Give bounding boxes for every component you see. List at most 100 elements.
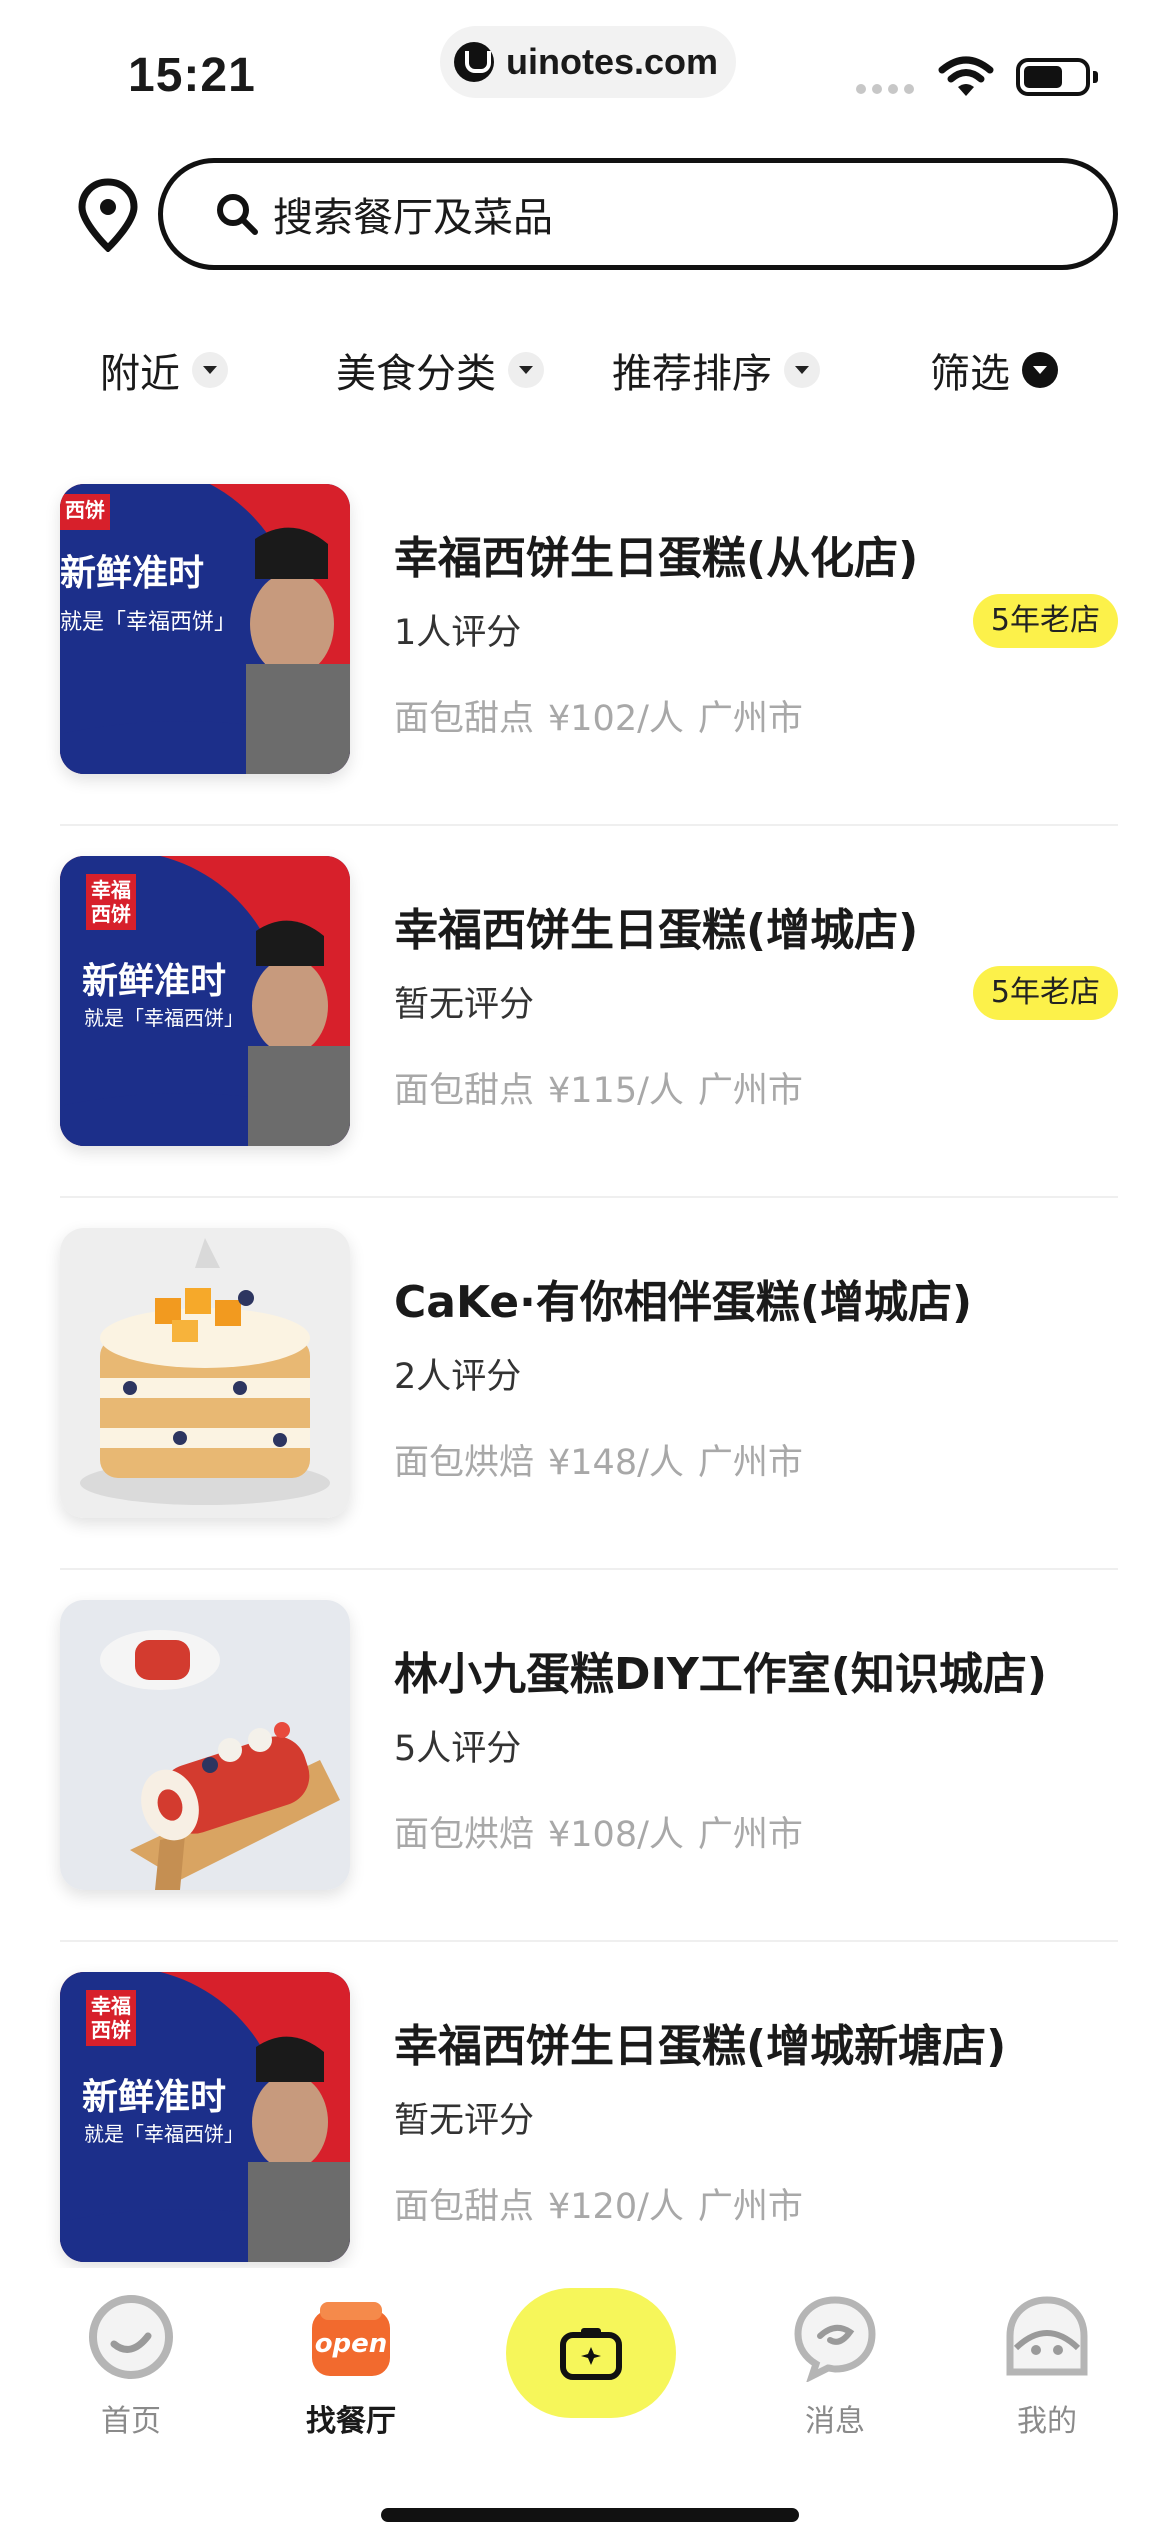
restaurant-thumbnail: 幸福西饼 新鲜准时 就是「幸福西饼」 (60, 856, 350, 1146)
tab-label: 找餐厅 (306, 2404, 396, 2439)
price-text: ¥108/人 (548, 1815, 684, 1855)
filter-label: 筛选 (930, 351, 1010, 397)
poster-subline: 就是「幸福西饼」 (84, 1006, 244, 1030)
restaurant-meta: 面包烘焙 ¥108/人 广州市 (394, 1806, 803, 1857)
restaurant-thumbnail: 西饼 新鲜准时 就是「幸福西饼」 (60, 484, 350, 774)
poster-image: 幸福西饼 新鲜准时 就是「幸福西饼」 (60, 1972, 350, 2262)
filter-sort[interactable]: 推荐排序 (612, 330, 820, 410)
home-indicator[interactable] (381, 2508, 799, 2522)
restaurant-meta: 面包甜点 ¥102/人 广州市 (394, 690, 803, 741)
tab-profile[interactable]: 我的 (972, 2292, 1122, 2440)
chevron-down-icon (784, 352, 820, 388)
message-bubble-icon (794, 2296, 876, 2383)
restaurant-card[interactable]: 幸福西饼 新鲜准时 就是「幸福西饼」 幸福西饼生日蛋糕(增城店) 暂无评分 5年… (0, 826, 1170, 1198)
search-placeholder: 搜索餐厅及菜品 (273, 195, 553, 241)
restaurant-card[interactable]: 林小九蛋糕DIY工作室(知识城店) 5人评分 面包烘焙 ¥108/人 广州市 (0, 1570, 1170, 1942)
category-text: 面包烘焙 (394, 1815, 535, 1855)
app-screen: 15:21 uinotes.com 搜索餐厅及菜品 附近 美食分类 推荐排序 筛… (0, 0, 1170, 2532)
restaurant-name: 幸福西饼生日蛋糕(增城新塘店) (394, 2021, 1007, 2072)
tab-label: 消息 (805, 2404, 865, 2439)
store-age-badge: 5年老店 (972, 966, 1118, 1020)
city-text: 广州市 (697, 1443, 803, 1483)
chevron-down-icon (508, 352, 544, 388)
restaurant-meta: 面包烘焙 ¥148/人 广州市 (394, 1434, 803, 1485)
search-input[interactable]: 搜索餐厅及菜品 (158, 158, 1118, 270)
city-text: 广州市 (697, 1815, 803, 1855)
restaurant-name: 幸福西饼生日蛋糕(从化店) (394, 533, 919, 584)
filter-nearby[interactable]: 附近 (100, 330, 228, 410)
filter-screen[interactable]: 筛选 (930, 330, 1058, 410)
restaurant-name: CaKe·有你相伴蛋糕(增城店) (394, 1277, 973, 1328)
restaurant-thumbnail (60, 1228, 350, 1518)
poster-image: 幸福西饼 新鲜准时 就是「幸福西饼」 (60, 856, 350, 1146)
rating-text: 暂无评分 (394, 985, 535, 1025)
rating-text: 1人评分 (394, 613, 522, 653)
url-text: uinotes.com (506, 41, 719, 82)
restaurant-meta: 面包甜点 ¥115/人 广州市 (394, 1062, 803, 1113)
price-text: ¥102/人 (548, 699, 684, 739)
status-bar: 15:21 uinotes.com (0, 0, 1170, 140)
poster-headline: 新鲜准时 (60, 553, 205, 594)
restaurant-meta: 面包甜点 ¥120/人 广州市 (394, 2178, 803, 2229)
site-logo-icon (454, 42, 494, 82)
chevron-down-icon (192, 352, 228, 388)
brand-logo: 幸福西饼 (86, 1990, 136, 2046)
filter-label: 推荐排序 (612, 351, 772, 397)
wifi-icon (938, 56, 994, 96)
tab-find-restaurant[interactable]: open 找餐厅 (276, 2292, 426, 2440)
camera-icon (560, 2328, 622, 2380)
category-text: 面包烘焙 (394, 1443, 535, 1483)
roll-cake-image (60, 1600, 350, 1890)
tab-label: 我的 (1017, 2404, 1077, 2439)
poster-subline: 就是「幸福西饼」 (84, 2122, 244, 2146)
filter-bar: 附近 美食分类 推荐排序 筛选 (0, 330, 1170, 410)
poster-headline: 新鲜准时 (82, 2077, 227, 2118)
search-icon (217, 194, 258, 235)
filter-label: 美食分类 (336, 351, 496, 397)
svg-text:open: open (315, 2329, 388, 2359)
poster-subline: 就是「幸福西饼」 (60, 610, 237, 635)
filter-category[interactable]: 美食分类 (336, 330, 544, 410)
city-text: 广州市 (697, 2187, 803, 2227)
restaurant-thumbnail: 幸福西饼 新鲜准时 就是「幸福西饼」 (60, 1972, 350, 2262)
profile-face-icon (1006, 2296, 1088, 2376)
restaurant-card[interactable]: CaKe·有你相伴蛋糕(增城店) 2人评分 面包烘焙 ¥148/人 广州市 (0, 1198, 1170, 1570)
camera-button[interactable] (506, 2288, 676, 2418)
restaurant-thumbnail (60, 1600, 350, 1890)
city-text: 广州市 (697, 699, 803, 739)
filter-label: 附近 (100, 351, 180, 397)
restaurant-list: 西饼 新鲜准时 就是「幸福西饼」 幸福西饼生日蛋糕(从化店) 1人评分 5年老店… (0, 454, 1170, 2314)
restaurant-name: 林小九蛋糕DIY工作室(知识城店) (394, 1649, 1047, 1700)
category-text: 面包甜点 (394, 1071, 535, 1111)
layer-cake-image (60, 1228, 350, 1518)
status-time: 15:21 (128, 49, 256, 102)
home-smile-icon (89, 2295, 173, 2379)
restaurant-card[interactable]: 西饼 新鲜准时 就是「幸福西饼」 幸福西饼生日蛋糕(从化店) 1人评分 5年老店… (0, 454, 1170, 826)
tab-label: 首页 (101, 2404, 161, 2439)
open-restaurant-icon: open (312, 2302, 390, 2376)
category-text: 面包甜点 (394, 2187, 535, 2227)
price-text: ¥148/人 (548, 1443, 684, 1483)
location-pin-icon[interactable] (76, 178, 140, 252)
city-text: 广州市 (697, 1071, 803, 1111)
rating-text: 5人评分 (394, 1729, 522, 1769)
rating-text: 2人评分 (394, 1357, 522, 1397)
store-age-badge: 5年老店 (972, 594, 1118, 648)
tab-messages[interactable]: 消息 (760, 2292, 910, 2440)
rating-text: 暂无评分 (394, 2101, 535, 2141)
chevron-down-icon (1022, 352, 1058, 388)
brand-logo: 西饼 (60, 494, 110, 530)
category-text: 面包甜点 (394, 699, 535, 739)
cellular-signal-icon (856, 84, 914, 94)
url-pill[interactable]: uinotes.com (440, 26, 736, 98)
battery-icon (1016, 58, 1098, 96)
restaurant-name: 幸福西饼生日蛋糕(增城店) (394, 905, 919, 956)
poster-headline: 新鲜准时 (82, 961, 227, 1002)
poster-image: 西饼 新鲜准时 就是「幸福西饼」 (60, 484, 350, 774)
restaurant-card[interactable]: 幸福西饼 新鲜准时 就是「幸福西饼」 幸福西饼生日蛋糕(增城新塘店) 暂无评分 … (0, 1942, 1170, 2314)
brand-logo: 幸福西饼 (86, 874, 136, 930)
price-text: ¥115/人 (548, 1071, 684, 1111)
price-text: ¥120/人 (548, 2187, 684, 2227)
tab-home[interactable]: 首页 (56, 2292, 206, 2440)
bottom-tab-bar: 首页 open 找餐厅 消息 我的 (0, 2268, 1170, 2532)
